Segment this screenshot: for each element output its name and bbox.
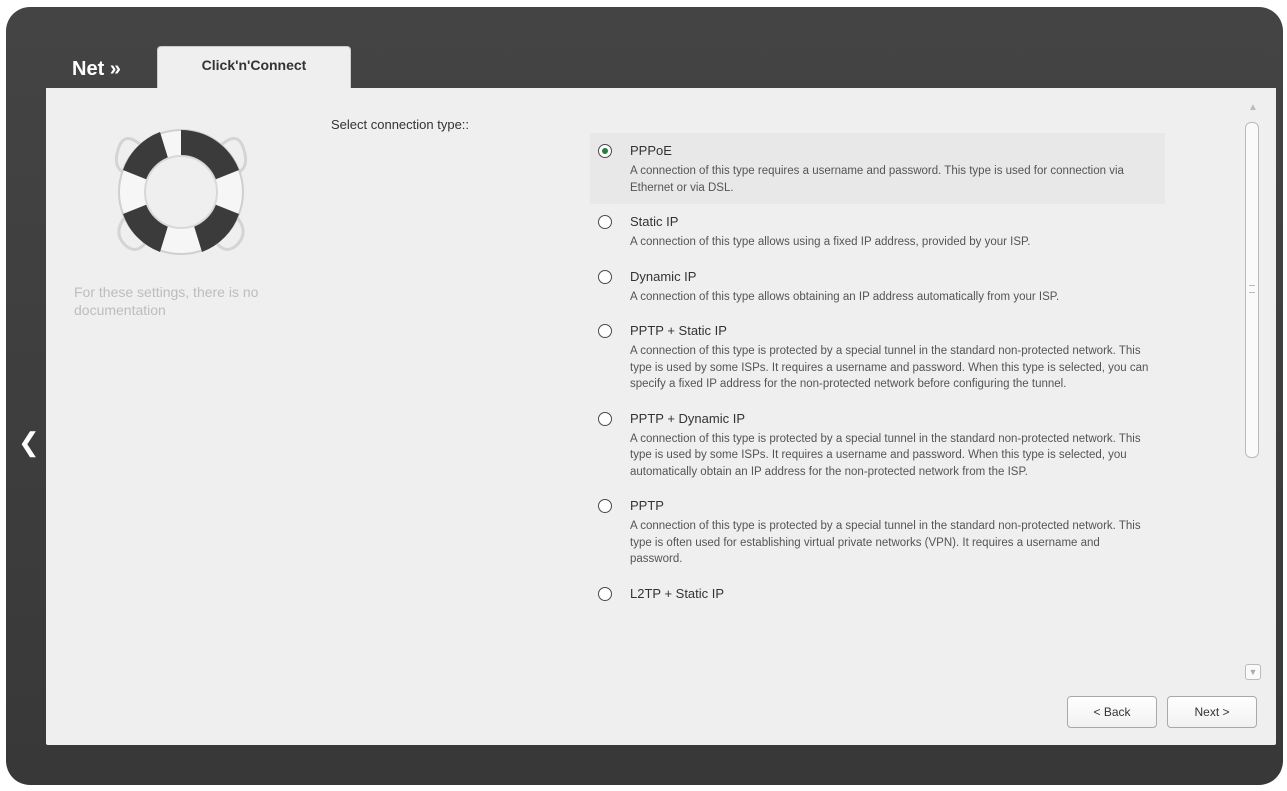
connection-type-list: PPPoE A connection of this type requires… [590, 133, 1165, 676]
scroll-up-icon[interactable]: ▲ [1245, 100, 1261, 116]
no-documentation-text: For these settings, there is no document… [74, 284, 259, 318]
option-l2tp-static-ip[interactable]: L2TP + Static IP [590, 576, 1165, 614]
radio-pptp-static-ip[interactable] [598, 324, 612, 338]
option-dynamic-ip[interactable]: Dynamic IP A connection of this type all… [590, 259, 1165, 314]
option-title: Static IP [630, 214, 679, 229]
select-connection-label: Select connection type:: [331, 117, 470, 132]
radio-pppoe[interactable] [598, 144, 612, 158]
option-description: A connection of this type allows using a… [630, 236, 1031, 248]
radio-l2tp-static-ip[interactable] [598, 586, 612, 601]
next-button[interactable]: Next > [1167, 696, 1257, 728]
option-description: A connection of this type requires a use… [630, 165, 1124, 194]
scroll-down-icon[interactable]: ▼ [1245, 664, 1261, 680]
scroll-track[interactable] [1245, 118, 1259, 658]
tab-clickn-connect[interactable]: Click'n'Connect [157, 46, 351, 90]
scrollbar[interactable]: ▲ ▼ [1240, 100, 1266, 680]
chevron-left-icon[interactable]: ❮ [18, 429, 40, 455]
option-description: A connection of this type is protected b… [630, 345, 1149, 390]
radio-pptp-dynamic-ip[interactable] [598, 411, 612, 426]
option-description: A connection of this type is protected b… [630, 520, 1141, 565]
option-static-ip[interactable]: Static IP A connection of this type allo… [590, 204, 1165, 259]
option-pptp-static-ip[interactable]: PPTP + Static IP A connection of this ty… [590, 313, 1165, 401]
breadcrumb[interactable]: Net » [72, 58, 121, 81]
radio-dynamic-ip[interactable] [598, 269, 612, 284]
option-pptp[interactable]: PPTP A connection of this type is protec… [590, 488, 1165, 576]
scroll-thumb[interactable] [1245, 122, 1259, 458]
option-title: PPTP [630, 498, 664, 513]
option-title: PPPoE [630, 143, 672, 158]
radio-pptp[interactable] [598, 499, 612, 513]
radio-static-ip[interactable] [598, 215, 612, 229]
option-title: L2TP + Static IP [630, 585, 725, 601]
option-description: A connection of this type allows obtaini… [630, 290, 1060, 303]
lifebuoy-icon [114, 129, 248, 255]
option-title: PPTP + Static IP [630, 323, 727, 338]
option-pptp-dynamic-ip[interactable]: PPTP + Dynamic IP A connection of this t… [590, 401, 1165, 489]
grip-icon [1249, 285, 1255, 293]
option-title: PPTP + Dynamic IP [630, 410, 745, 426]
option-description: A connection of this type is protected b… [630, 432, 1141, 478]
radio-checked-dot [602, 148, 608, 154]
back-button[interactable]: < Back [1067, 696, 1157, 728]
option-pppoe[interactable]: PPPoE A connection of this type requires… [590, 133, 1165, 204]
option-title: Dynamic IP [630, 268, 697, 284]
